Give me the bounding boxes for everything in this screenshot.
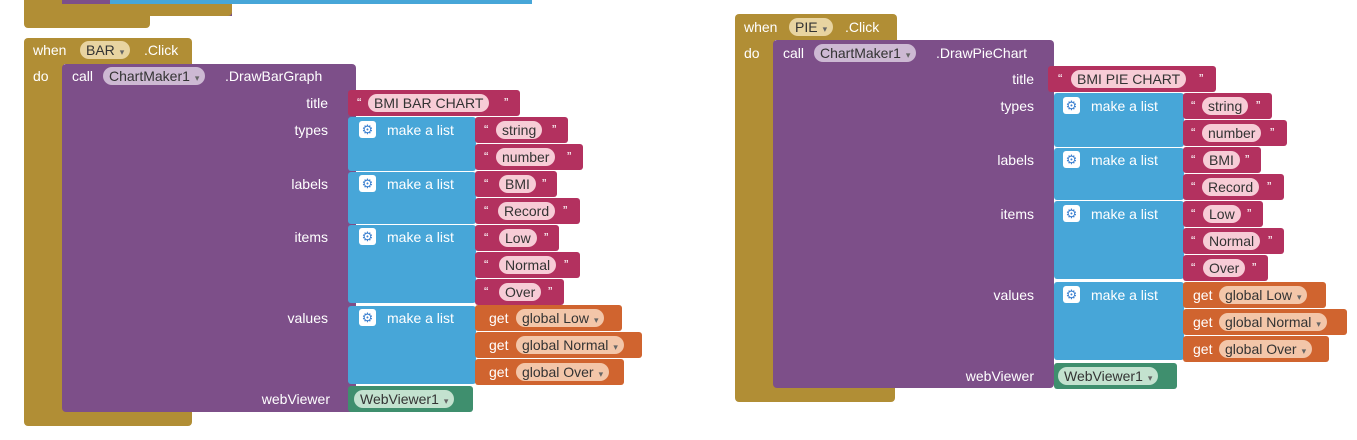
pie-param-title: title <box>1012 71 1034 87</box>
bar-param-title: title <box>306 95 328 111</box>
bar-event-bottom <box>24 410 192 426</box>
gear-icon[interactable]: ⚙ <box>359 309 376 326</box>
pie-do-label: do <box>744 45 760 61</box>
pie-values-make-list: make a list <box>1091 287 1158 303</box>
bar-call-label: call <box>72 68 94 84</box>
pie-types-item-value[interactable]: string <box>1202 97 1249 115</box>
chevron-down-icon: ▾ <box>613 342 618 352</box>
bar-param-types: types <box>294 122 328 138</box>
pie-labels-item-value[interactable]: Record <box>1202 178 1260 196</box>
pie-items-item-value[interactable]: Low <box>1203 205 1241 223</box>
pie-labels-item-value[interactable]: BMI <box>1203 151 1240 169</box>
bar-types-item-value[interactable]: number <box>496 148 556 166</box>
gear-icon[interactable]: ⚙ <box>1063 286 1080 303</box>
pie-variable-dropdown[interactable]: global Normal ▾ <box>1219 313 1327 331</box>
gear-icon[interactable]: ⚙ <box>359 121 376 138</box>
bar-items-item-value[interactable]: Over <box>499 283 542 301</box>
bar-component-dropdown[interactable]: ChartMaker1 ▾ <box>103 67 206 85</box>
pie-items-item-value[interactable]: Normal <box>1203 232 1261 250</box>
pie-event-name: .Click <box>845 19 880 35</box>
pie-param-webviewer: webViewer <box>965 368 1034 384</box>
pie-webviewer-dropdown[interactable]: WebViewer1 ▾ <box>1058 367 1159 385</box>
pie-types-item-value[interactable]: number <box>1202 124 1262 142</box>
chevron-down-icon: ▾ <box>443 396 449 406</box>
bar-labels-item-value[interactable]: Record <box>498 202 556 220</box>
chevron-down-icon: ▾ <box>1301 346 1307 356</box>
pie-event-side <box>735 40 775 392</box>
pie-types-make-list: make a list <box>1091 98 1158 114</box>
bar-types-make-list: make a list <box>387 122 454 138</box>
chevron-down-icon: ▾ <box>1147 373 1153 383</box>
pie-items-item-value[interactable]: Over <box>1203 259 1246 277</box>
pie-when-label: when <box>744 19 778 35</box>
partial-list-block[interactable] <box>110 0 532 4</box>
bar-param-items: items <box>294 229 328 245</box>
chevron-down-icon: ▾ <box>119 47 125 57</box>
pie-param-values: values <box>993 287 1034 303</box>
pie-param-labels: labels <box>997 152 1034 168</box>
bar-items-item-value[interactable]: Low <box>499 229 537 247</box>
pie-param-types: types <box>1000 98 1034 114</box>
chevron-down-icon: ▾ <box>598 369 604 379</box>
gear-icon[interactable]: ⚙ <box>1063 151 1080 168</box>
bar-event-side <box>24 64 64 414</box>
bar-items-make-list: make a list <box>387 229 454 245</box>
pie-event-bottom <box>735 386 895 402</box>
bar-items-item-value[interactable]: Normal <box>499 256 557 274</box>
bar-param-labels: labels <box>291 176 328 192</box>
pie-title-text-value[interactable]: BMI PIE CHART <box>1071 70 1187 88</box>
pie-items-make-list: make a list <box>1091 206 1158 222</box>
bar-variable-dropdown[interactable]: global Low ▾ <box>516 309 605 327</box>
bar-do-label: do <box>33 68 49 84</box>
chevron-down-icon: ▾ <box>593 315 599 325</box>
chevron-down-icon: ▾ <box>822 24 828 34</box>
bar-variable-dropdown[interactable]: global Over ▾ <box>516 363 610 381</box>
chevron-down-icon: ▾ <box>1316 319 1321 329</box>
gear-icon[interactable]: ⚙ <box>1063 97 1080 114</box>
pie-button-dropdown[interactable]: PIE ▾ <box>789 18 834 36</box>
bar-when-label: when <box>33 42 67 58</box>
bar-method-name: .DrawBarGraph <box>225 68 323 84</box>
partial-event-bottom <box>24 4 232 16</box>
pie-variable-dropdown[interactable]: global Low ▾ <box>1219 286 1308 304</box>
pie-method-name: .DrawPieChart <box>936 45 1028 61</box>
bar-event-name: .Click <box>144 42 179 58</box>
chevron-down-icon: ▾ <box>194 73 200 83</box>
bar-button-dropdown[interactable]: BAR ▾ <box>80 41 131 59</box>
gear-icon[interactable]: ⚙ <box>1063 205 1080 222</box>
bar-title-text-value[interactable]: BMI BAR CHART <box>368 94 490 112</box>
chevron-down-icon: ▾ <box>905 50 911 60</box>
pie-variable-dropdown[interactable]: global Over ▾ <box>1219 340 1313 358</box>
bar-webviewer-dropdown[interactable]: WebViewer1 ▾ <box>354 390 455 408</box>
bar-param-values: values <box>287 310 328 326</box>
bar-types-item-value[interactable]: string <box>496 121 543 139</box>
gear-icon[interactable]: ⚙ <box>359 175 376 192</box>
pie-component-dropdown[interactable]: ChartMaker1 ▾ <box>814 44 917 62</box>
pie-call-label: call <box>783 45 805 61</box>
bar-variable-dropdown[interactable]: global Normal ▾ <box>516 336 624 354</box>
pie-labels-make-list: make a list <box>1091 152 1158 168</box>
bar-values-make-list: make a list <box>387 310 454 326</box>
bar-labels-make-list: make a list <box>387 176 454 192</box>
pie-param-items: items <box>1000 206 1034 222</box>
gear-icon[interactable]: ⚙ <box>359 228 376 245</box>
bar-param-webviewer: webViewer <box>261 391 330 407</box>
chevron-down-icon: ▾ <box>1296 292 1302 302</box>
bar-labels-item-value[interactable]: BMI <box>499 175 536 193</box>
